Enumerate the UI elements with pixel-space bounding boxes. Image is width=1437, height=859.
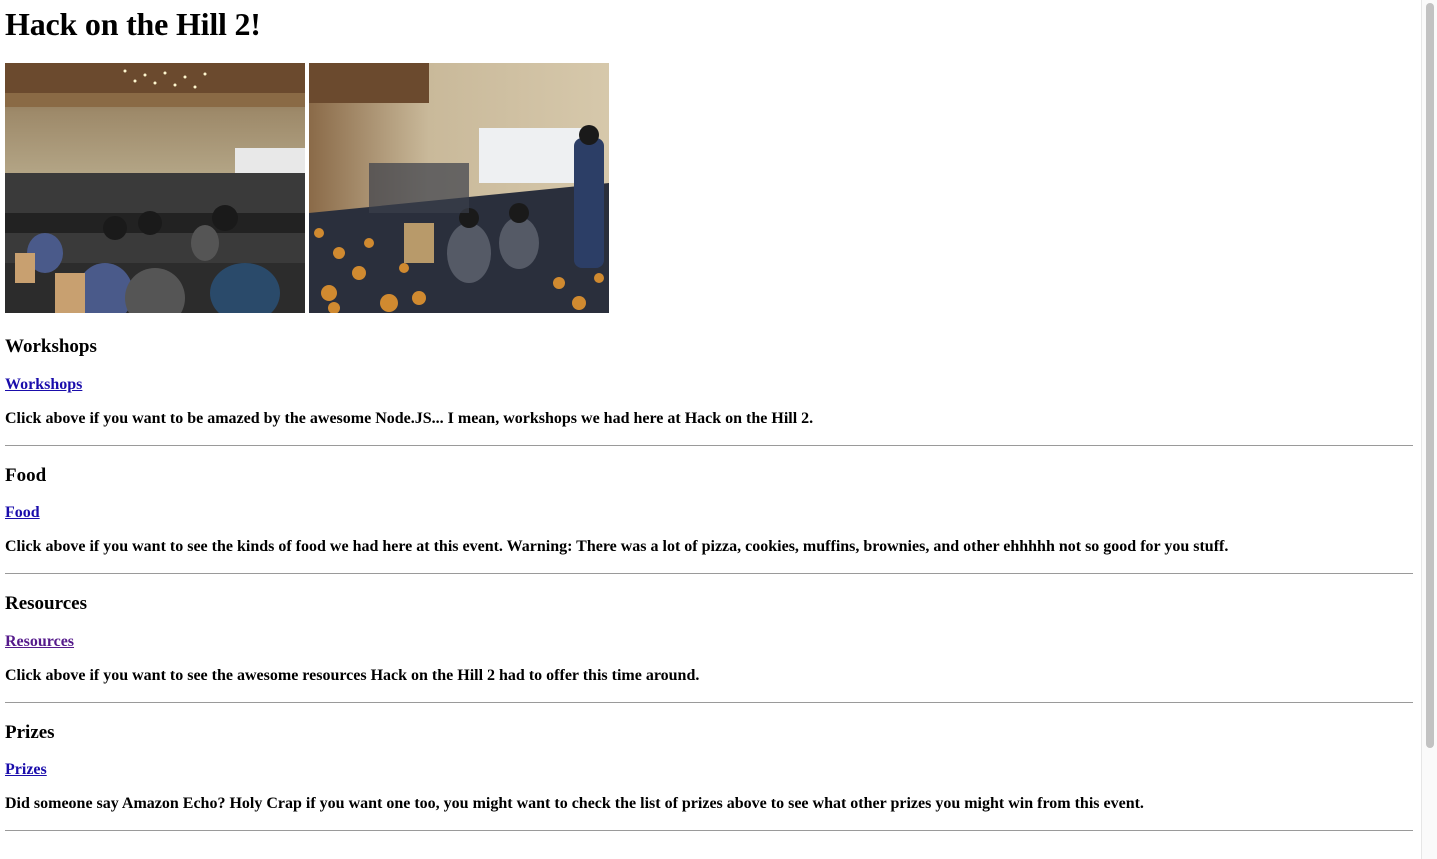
section-description-prizes: Did someone say Amazon Echo? Holy Crap i… [5,795,1144,812]
section-prizes: Prizes Prizes Did someone say Amazon Ech… [5,721,1413,831]
section-divider [5,702,1413,703]
section-heading-resources: Resources [5,593,87,614]
section-description-food: Click above if you want to see the kinds… [5,538,1229,555]
section-divider [5,445,1413,446]
food-link[interactable]: Food [5,503,40,523]
section-resources: Resources Resources Click above if you w… [5,592,1413,703]
page-title: Hack on the Hill 2! [5,6,261,42]
scrollbar-thumb[interactable] [1426,3,1434,748]
section-divider [5,573,1413,574]
hackathon-photo-2 [309,63,609,313]
section-heading-food: Food [5,465,47,486]
resources-link[interactable]: Resources [5,632,74,652]
section-food: Food Food Click above if you want to see… [5,464,1413,574]
hackathon-hall-photo-2-image [309,63,609,313]
section-description-workshops: Click above if you want to be amazed by … [5,410,814,427]
workshops-link[interactable]: Workshops [5,375,82,395]
section-heading-prizes: Prizes [5,722,55,743]
vertical-scrollbar[interactable] [1421,0,1437,859]
hackathon-photo-1 [5,63,305,313]
section-workshops: Workshops Workshops Click above if you w… [5,335,1413,446]
section-heading-workshops: Workshops [5,336,97,357]
photo-gallery [5,63,1413,313]
section-description-resources: Click above if you want to see the aweso… [5,667,700,684]
prizes-link[interactable]: Prizes [5,760,47,780]
section-divider [5,830,1413,831]
page-content: Hack on the Hill 2! Workshops Workshops … [5,0,1413,831]
hackathon-hall-photo-1-image [5,63,305,313]
